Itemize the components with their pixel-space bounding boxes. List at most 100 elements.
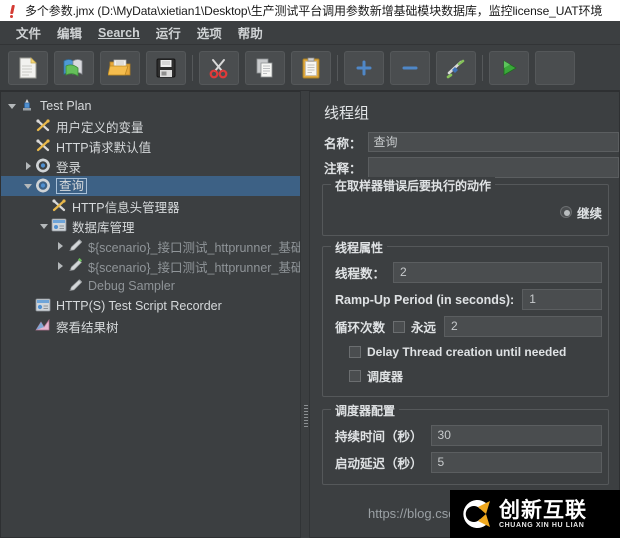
- new-test-plan-button[interactable]: [8, 50, 48, 85]
- menu-label: 选项: [196, 27, 222, 41]
- test-plan-tree-pane[interactable]: Test Plan 用户定义的变量 HTTP请求默认值 登录查询 HTTP信息头管理器数…: [0, 91, 300, 538]
- delay-thread-checkbox[interactable]: [349, 346, 361, 358]
- toolbar-separator-1: [192, 54, 193, 81]
- green-play-icon: [499, 58, 519, 78]
- chevron-right-icon[interactable]: [21, 162, 35, 170]
- menu-item-run[interactable]: 运行: [148, 21, 189, 44]
- menu-item-file[interactable]: 文件: [8, 21, 49, 44]
- chevron-down-icon[interactable]: [5, 103, 19, 109]
- forever-label: 永远: [411, 321, 437, 335]
- chevron-right-icon[interactable]: [53, 262, 67, 270]
- forever-checkbox[interactable]: [393, 320, 406, 333]
- comment-field-row: 注释：: [310, 156, 619, 178]
- tree-item[interactable]: 数据库管理: [1, 216, 300, 236]
- split-divider[interactable]: [300, 91, 310, 538]
- tree-item-label: 用户定义的变量: [56, 120, 144, 135]
- thread-properties-group: 线程属性 线程数： 2 Ramp-Up Period (in seconds):…: [322, 239, 609, 397]
- test-plan-tree[interactable]: Test Plan 用户定义的变量 HTTP请求默认值 登录查询 HTTP信息头管理器数…: [1, 92, 300, 336]
- chevron-down-icon[interactable]: [37, 223, 51, 229]
- watermark-text: 创新互联 CHUANG XIN HU LIAN: [499, 499, 587, 529]
- threads-input[interactable]: 2: [393, 262, 602, 283]
- new-document-icon: [18, 56, 38, 79]
- tree-item[interactable]: HTTP信息头管理器: [1, 196, 300, 216]
- tree-item-label: ${scenario}_接口测试_httprunner_基础配置: [88, 240, 300, 255]
- main-split: Test Plan 用户定义的变量 HTTP请求默认值 登录 查询 HTTP信息头管理器数…: [0, 91, 620, 538]
- scissors-cut-icon: [208, 57, 230, 79]
- tree-item[interactable]: 查询: [1, 176, 300, 196]
- jmeter-window: 多个参数.jmx (D:\MyData\xietian1\Desktop\生产测…: [0, 0, 620, 538]
- name-input[interactable]: 查询: [367, 132, 619, 152]
- duration-row: 持续时间（秒） 30: [329, 422, 602, 449]
- thread-group-icon: [35, 178, 53, 194]
- radio-continue[interactable]: [559, 206, 572, 218]
- sampler-pencil-icon: [67, 238, 85, 254]
- loop-count-input[interactable]: 2: [444, 316, 602, 337]
- tree-item[interactable]: ${scenario}_接口测试_httprunner_基础配置: [1, 256, 300, 276]
- templates-button[interactable]: [54, 50, 94, 85]
- scheduler-config-group: 调度器配置 持续时间（秒） 30 启动延迟（秒） 5: [322, 402, 609, 485]
- tree-item-label: ${scenario}_接口测试_httprunner_基础配置: [88, 260, 300, 275]
- templates-icon: [62, 57, 86, 79]
- chevron-down-icon[interactable]: [21, 183, 35, 189]
- duration-input[interactable]: 30: [430, 425, 602, 446]
- tree-item[interactable]: HTTP(S) Test Script Recorder: [1, 296, 300, 316]
- name-label: 名称：: [324, 136, 362, 151]
- divider-grip[interactable]: [304, 405, 308, 427]
- comment-label: 注释：: [324, 161, 362, 176]
- startup-delay-input[interactable]: 5: [430, 452, 602, 473]
- expand-all-button[interactable]: [344, 50, 384, 85]
- save-button[interactable]: [146, 50, 186, 85]
- collapse-all-button[interactable]: [390, 50, 430, 85]
- menu-item-options[interactable]: 选项: [189, 21, 230, 44]
- sampler-error-action-group: 在取样器错误后要执行的动作 继续: [322, 177, 609, 236]
- floppy-save-icon: [156, 58, 176, 78]
- delay-thread-row[interactable]: Delay Thread creation until needed: [329, 340, 602, 364]
- tree-item-label: HTTP信息头管理器: [72, 200, 180, 215]
- watermark-en: CHUANG XIN HU LIAN: [499, 521, 585, 529]
- open-folder-icon: [108, 58, 132, 78]
- tree-item[interactable]: ${scenario}_接口测试_httprunner_基础配置: [1, 236, 300, 256]
- scheduler-row[interactable]: 调度器: [329, 364, 602, 388]
- panel-title: 线程组: [324, 105, 370, 122]
- config-wrench-icon: [35, 138, 53, 154]
- copy-button[interactable]: [245, 50, 285, 85]
- tree-item[interactable]: 用户定义的变量: [1, 116, 300, 136]
- open-button[interactable]: [100, 50, 140, 85]
- tree-item[interactable]: Test Plan: [1, 96, 300, 116]
- tree-item[interactable]: 登录: [1, 156, 300, 176]
- window-title: 多个参数.jmx (D:\MyData\xietian1\Desktop\生产测…: [25, 4, 603, 18]
- rampup-row: Ramp-Up Period (in seconds): 1: [329, 286, 602, 313]
- sampler-error-action-title: 在取样器错误后要执行的动作: [331, 177, 496, 194]
- threads-row: 线程数： 2: [329, 259, 602, 286]
- start-button[interactable]: [489, 50, 529, 85]
- tree-item[interactable]: Debug Sampler: [1, 276, 300, 296]
- error-action-options: 继续: [329, 197, 602, 227]
- menu-label: 运行: [155, 27, 181, 41]
- title-bar: 多个参数.jmx (D:\MyData\xietian1\Desktop\生产测…: [0, 0, 620, 21]
- tree-item-label: HTTP请求默认值: [56, 140, 152, 155]
- paste-button[interactable]: [291, 50, 331, 85]
- tree-item[interactable]: HTTP请求默认值: [1, 136, 300, 156]
- cut-button[interactable]: [199, 50, 239, 85]
- toolbar-separator-3: [482, 54, 483, 81]
- scheduler-checkbox[interactable]: [349, 370, 361, 382]
- config-wrench-icon: [51, 198, 69, 214]
- tree-item[interactable]: 察看结果树: [1, 316, 300, 336]
- toggle-button[interactable]: [436, 50, 476, 85]
- toggle-wand-icon: [445, 57, 467, 79]
- start-no-pauses-button[interactable]: [535, 50, 575, 85]
- menu-item-search[interactable]: Search: [90, 24, 148, 42]
- menu-item-help[interactable]: 帮助: [230, 21, 271, 44]
- recorder-icon: [35, 298, 53, 314]
- sampler-pencil-icon: [67, 278, 85, 294]
- menu-label: 帮助: [237, 27, 263, 41]
- comment-input[interactable]: [367, 156, 619, 178]
- copy-pages-icon: [254, 57, 276, 79]
- tree-item-label: 查询: [56, 178, 88, 194]
- name-field-row: 名称： 查询: [310, 131, 619, 153]
- chevron-right-icon[interactable]: [53, 242, 67, 250]
- plus-icon: [355, 59, 373, 77]
- blog-url-watermark: https://blog.csd: [368, 506, 456, 521]
- rampup-input[interactable]: 1: [522, 289, 602, 310]
- menu-item-edit[interactable]: 编辑: [49, 21, 90, 44]
